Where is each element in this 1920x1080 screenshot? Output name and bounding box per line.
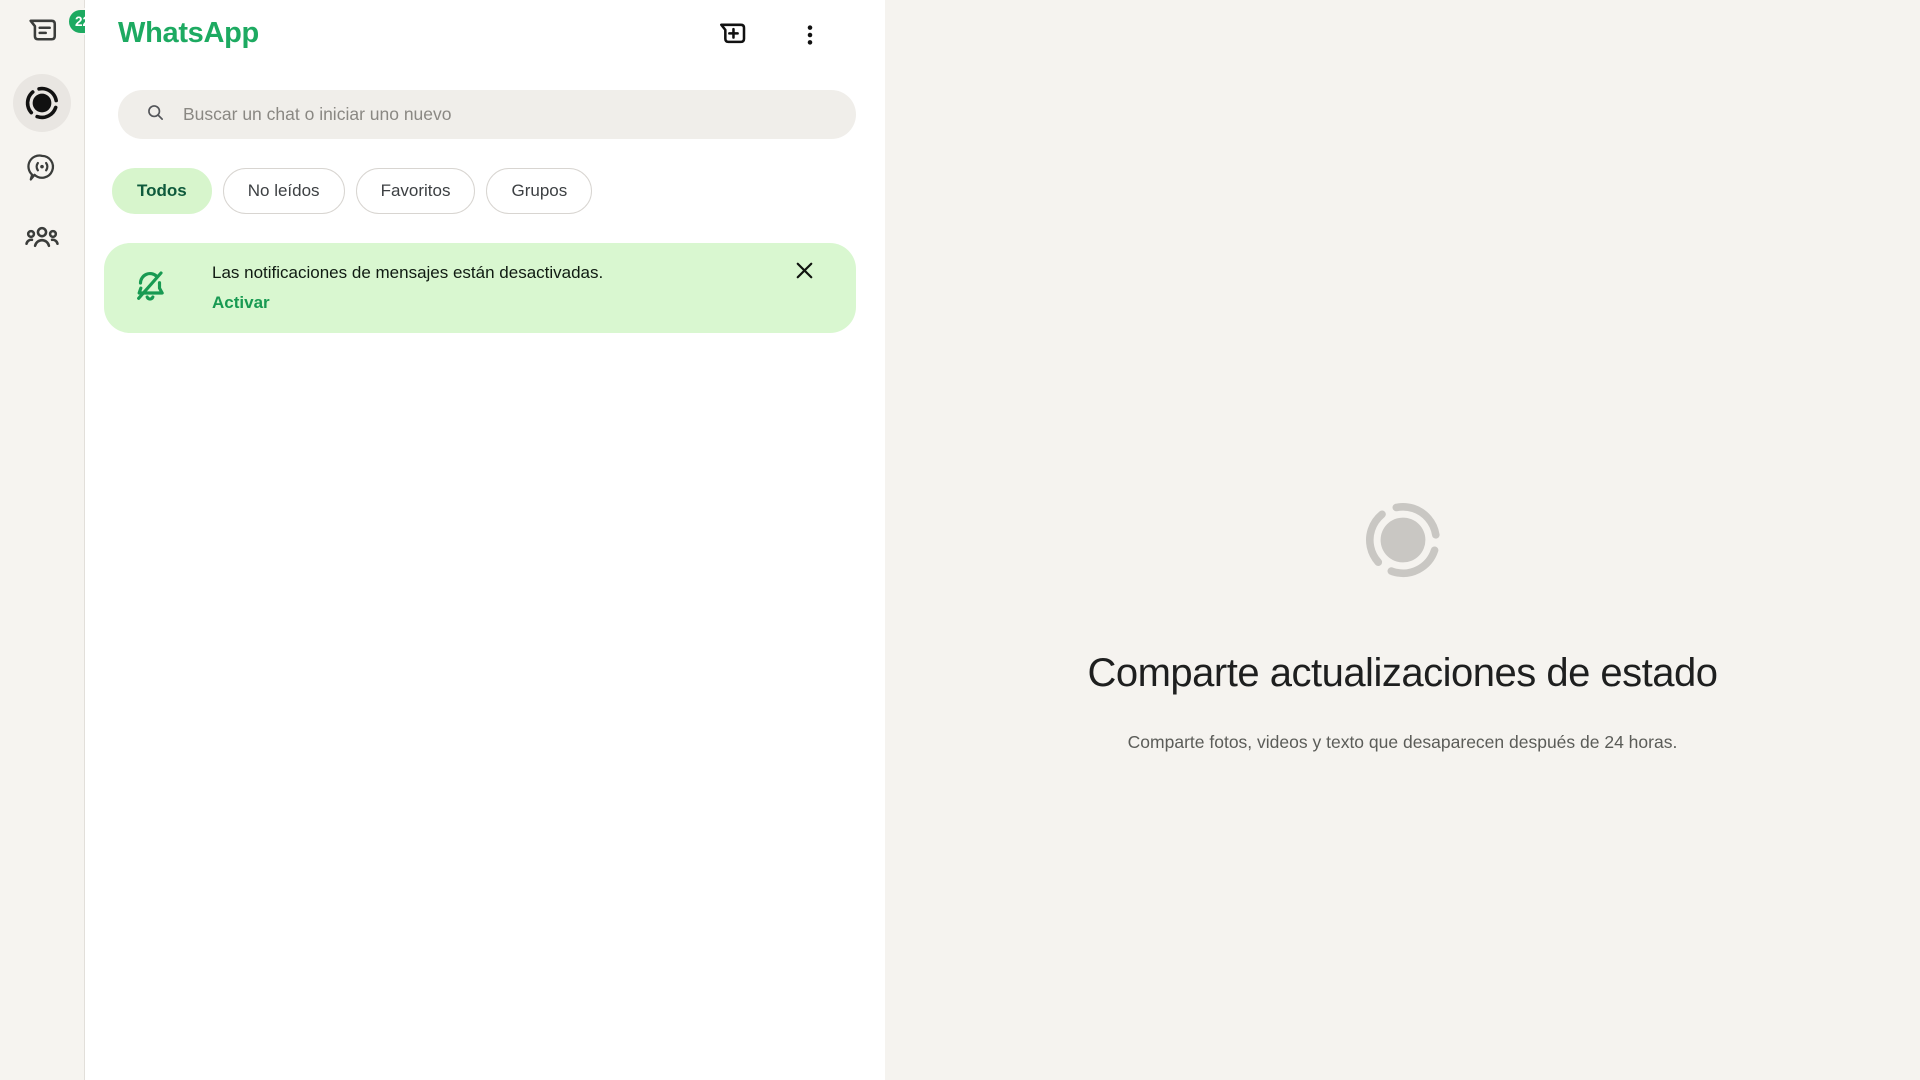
filter-chip-favoritos[interactable]: Favoritos bbox=[356, 168, 476, 214]
rail-item-communities[interactable] bbox=[0, 220, 84, 256]
status-main-area: Comparte actualizaciones de estado Compa… bbox=[885, 0, 1920, 1080]
chats-icon bbox=[25, 16, 59, 50]
rail-item-status[interactable] bbox=[0, 74, 84, 132]
status-empty-title: Comparte actualizaciones de estado bbox=[1087, 651, 1717, 696]
rail-item-channels[interactable] bbox=[0, 152, 84, 184]
banner-message: Las notificaciones de mensajes están des… bbox=[212, 258, 603, 288]
chat-list-panel: WhatsApp Todos No bbox=[85, 0, 885, 1080]
status-empty-subtitle: Comparte fotos, videos y texto que desap… bbox=[1128, 732, 1678, 753]
chat-filter-chips: Todos No leídos Favoritos Grupos bbox=[112, 168, 592, 214]
filter-chip-grupos[interactable]: Grupos bbox=[486, 168, 592, 214]
channels-icon bbox=[26, 152, 58, 184]
banner-close-button[interactable] bbox=[790, 259, 818, 287]
navigation-rail: 22 bbox=[0, 0, 85, 1080]
rail-item-chats[interactable]: 22 bbox=[0, 16, 84, 50]
filter-chip-no-leidos[interactable]: No leídos bbox=[223, 168, 345, 214]
status-icon bbox=[24, 85, 60, 121]
menu-button[interactable] bbox=[797, 22, 823, 53]
communities-icon bbox=[24, 220, 60, 256]
bell-slash-icon bbox=[130, 266, 170, 311]
notifications-disabled-banner: Las notificaciones de mensajes están des… bbox=[104, 243, 856, 333]
status-ring-icon bbox=[1363, 500, 1443, 585]
banner-text: Las notificaciones de mensajes están des… bbox=[212, 258, 603, 319]
new-chat-button[interactable] bbox=[716, 20, 748, 57]
close-icon bbox=[792, 258, 817, 288]
filter-chip-todos[interactable]: Todos bbox=[112, 168, 212, 214]
search-input[interactable] bbox=[183, 104, 838, 125]
search-bar[interactable] bbox=[118, 90, 856, 139]
kebab-menu-icon bbox=[797, 35, 823, 52]
search-icon bbox=[145, 102, 166, 128]
app-title: WhatsApp bbox=[118, 17, 259, 50]
new-chat-icon bbox=[716, 39, 748, 56]
status-active-highlight bbox=[13, 74, 71, 132]
activate-notifications-link[interactable]: Activar bbox=[212, 288, 270, 318]
